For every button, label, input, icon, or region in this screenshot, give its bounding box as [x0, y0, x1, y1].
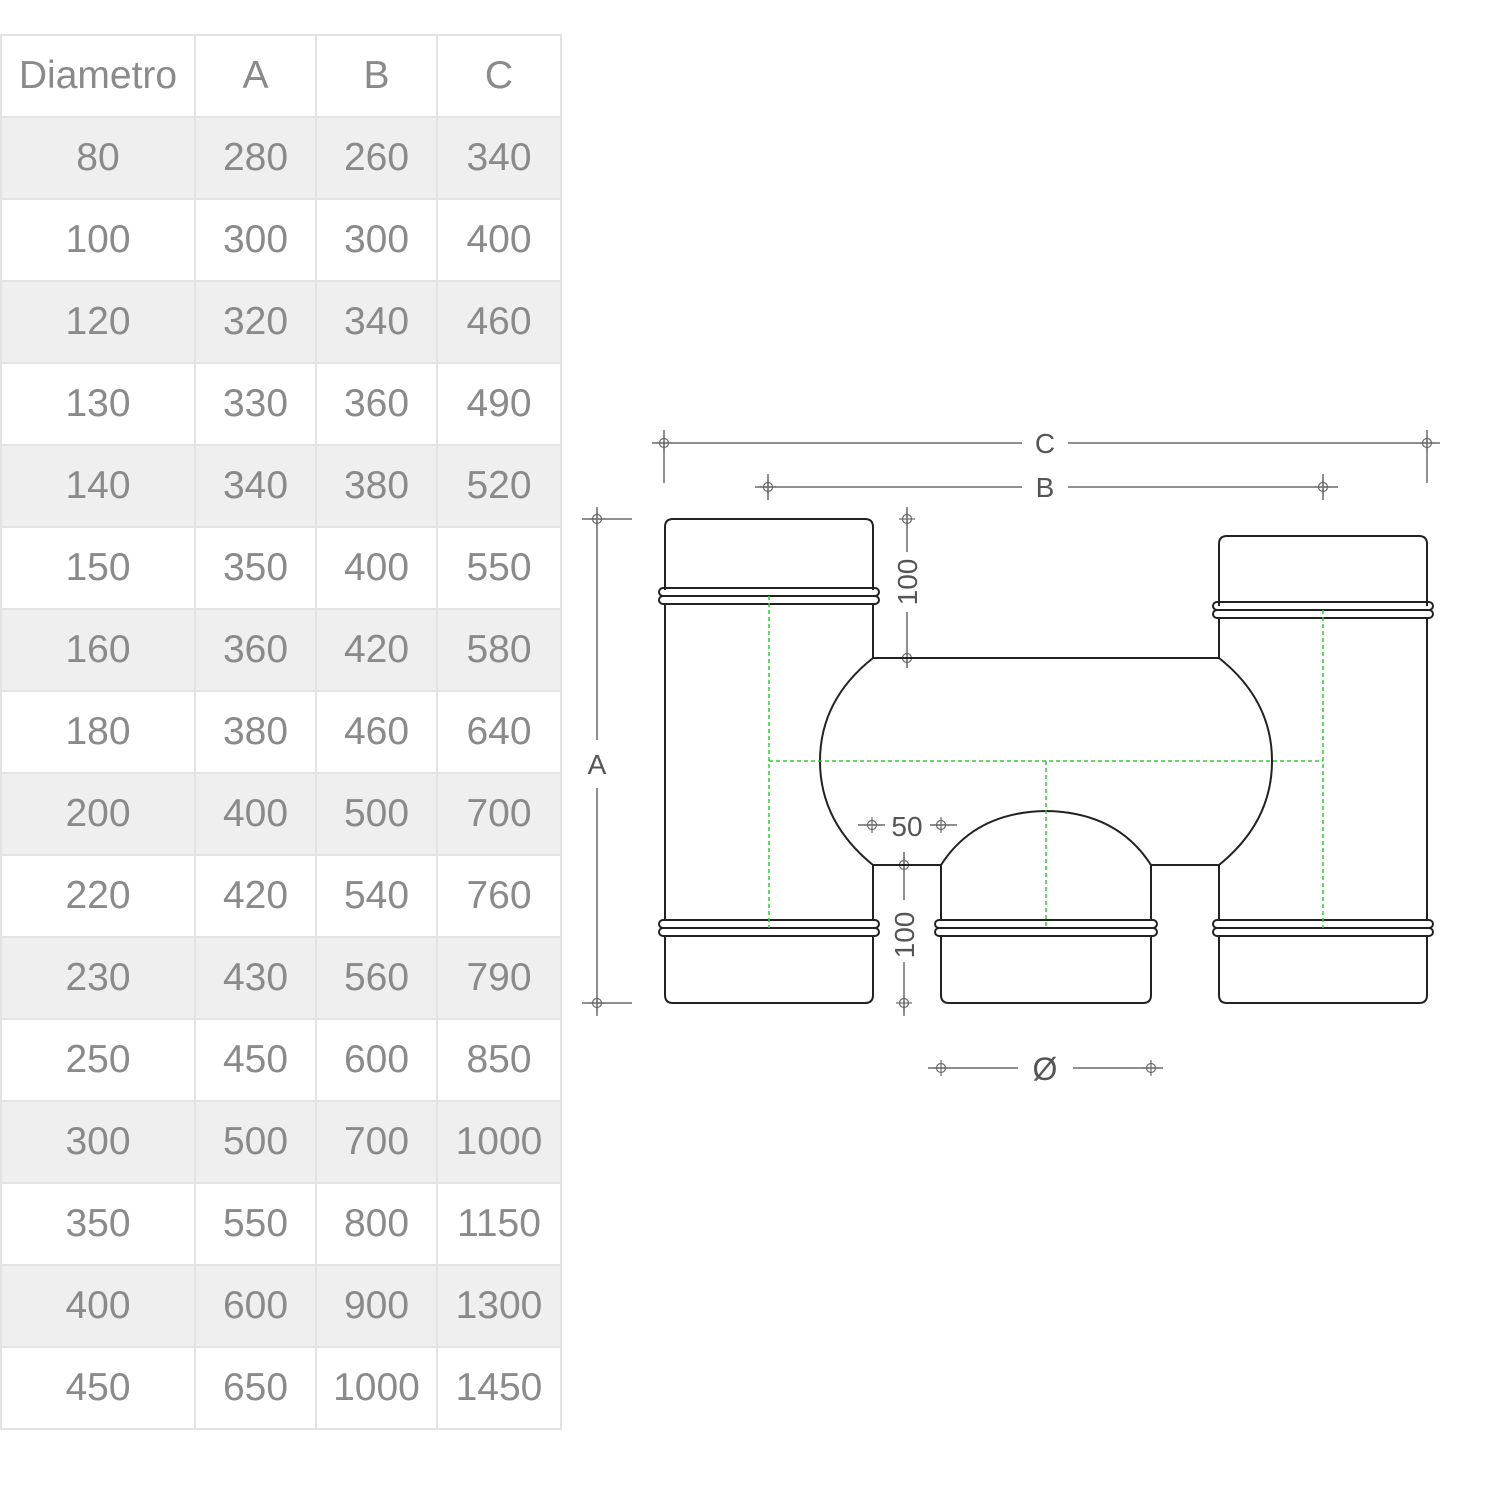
bottom-middle-pipe — [934, 865, 1158, 1004]
dimension-offset: 50 — [858, 811, 957, 842]
label-b: B — [1036, 472, 1055, 503]
label-top-gap: 100 — [892, 559, 923, 606]
dimension-top-gap: 100 — [892, 507, 923, 668]
dimension-a: A — [582, 507, 632, 1016]
label-a: A — [588, 749, 607, 780]
double-tee-fitting-drawing: C B A 100 100 50 Ø — [582, 428, 1440, 1087]
dimension-bottom-gap: 100 — [889, 852, 920, 1016]
dimension-diameter: Ø — [928, 1051, 1163, 1087]
label-offset: 50 — [891, 811, 922, 842]
label-bottom-gap: 100 — [889, 912, 920, 959]
dimension-b: B — [755, 472, 1338, 503]
right-pipe — [1212, 535, 1434, 1004]
centerlines — [768, 596, 1324, 928]
label-c: C — [1035, 428, 1055, 459]
label-diameter: Ø — [1033, 1051, 1058, 1087]
